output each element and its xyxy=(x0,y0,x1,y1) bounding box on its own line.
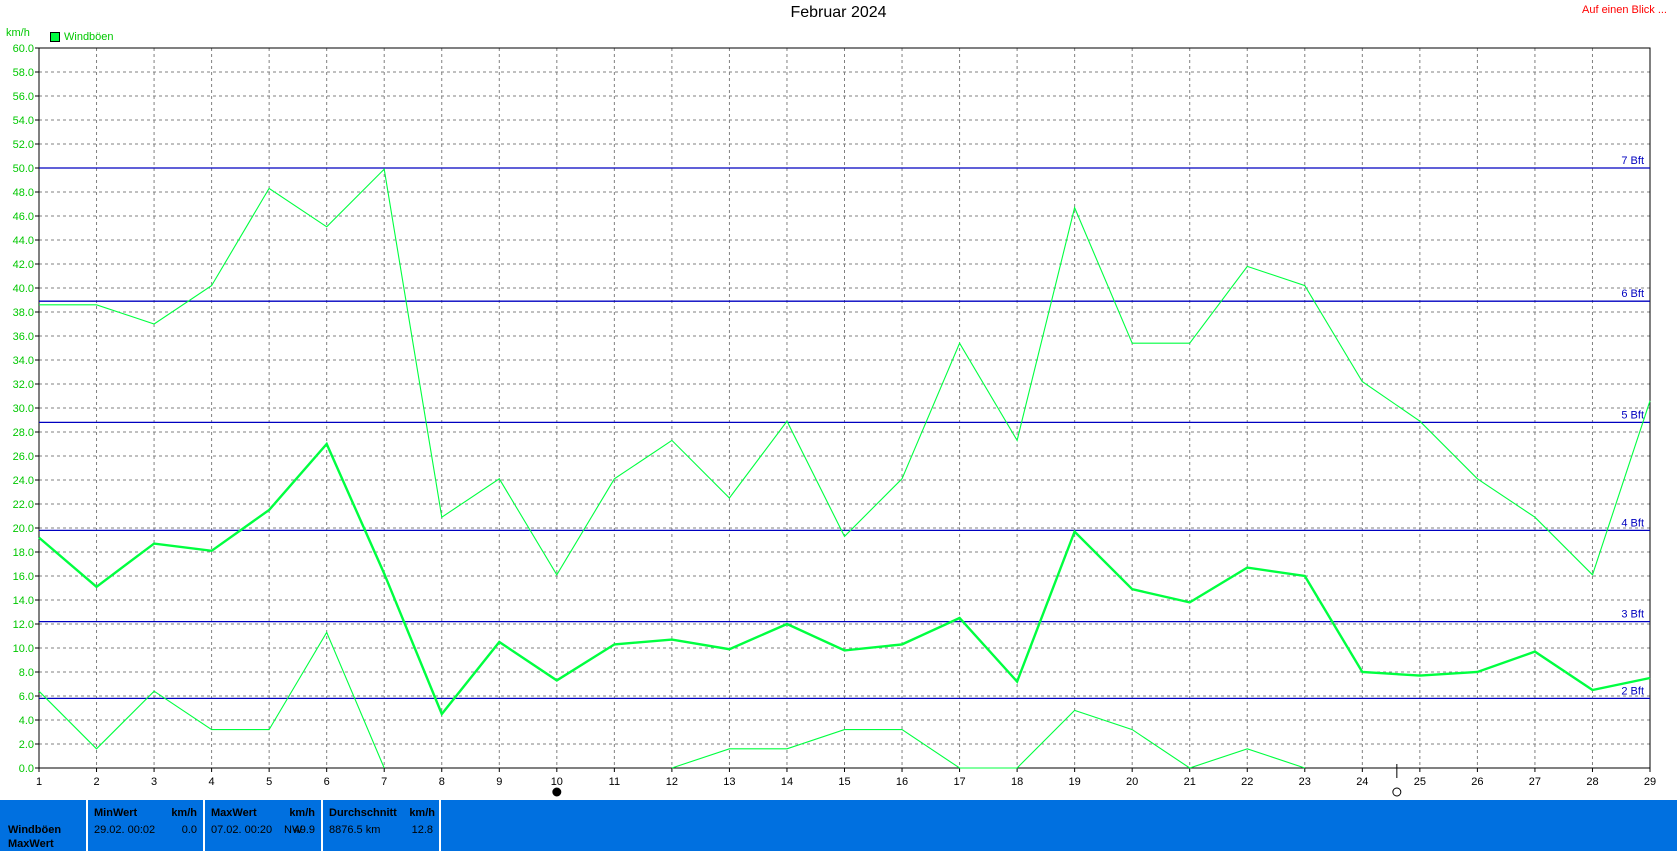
y-tick-label: 60.0 xyxy=(13,43,34,55)
x-tick-label: 29 xyxy=(1644,776,1656,788)
x-tick-label: 23 xyxy=(1299,776,1311,788)
y-tick-label: 24.0 xyxy=(13,475,34,487)
y-tick-label: 54.0 xyxy=(13,115,34,127)
y-tick-label: 6.0 xyxy=(19,691,34,703)
full-moon-icon xyxy=(552,787,562,797)
y-tick-label: 28.0 xyxy=(13,427,34,439)
stats-row-labels: Windböen MaxWert xyxy=(0,800,88,851)
y-tick-label: 4.0 xyxy=(19,715,34,727)
x-tick-label: 20 xyxy=(1126,776,1138,788)
stats-avg-unit: km/h xyxy=(409,807,435,819)
stats-min-header: MinWert xyxy=(94,807,138,819)
x-tick-label: 7 xyxy=(381,776,387,788)
stats-avg-header: Durchschnitt xyxy=(329,807,397,819)
y-tick-label: 48.0 xyxy=(13,187,34,199)
y-tick-label: 22.0 xyxy=(13,499,34,511)
y-tick-label: 10.0 xyxy=(13,643,34,655)
stats-min-time: 29.02. 00:02 xyxy=(94,824,156,836)
y-tick-label: 26.0 xyxy=(13,451,34,463)
x-tick-label: 24 xyxy=(1356,776,1368,788)
y-tick-label: 16.0 xyxy=(13,571,34,583)
beaufort-label: 6 Bft xyxy=(1621,288,1644,300)
y-tick-label: 46.0 xyxy=(13,211,34,223)
y-tick-label: 50.0 xyxy=(13,163,34,175)
x-tick-label: 12 xyxy=(666,776,678,788)
stats-row-label-2: MaxWert xyxy=(8,838,54,850)
x-tick-label: 14 xyxy=(781,776,793,788)
x-tick-label: 25 xyxy=(1414,776,1426,788)
y-tick-label: 14.0 xyxy=(13,595,34,607)
x-tick-label: 22 xyxy=(1241,776,1253,788)
stats-panel: Windböen MaxWert MinWert km/h 29.02. 00:… xyxy=(0,800,1677,851)
stats-max-unit: km/h xyxy=(289,807,315,819)
x-tick-label: 2 xyxy=(93,776,99,788)
chart-svg: 0.0 2.0 4.0 6.0 8.0 10.0 12.0 14.0 16.0 18.0 20.0 2… xyxy=(13,43,1656,797)
stats-max-column: MaxWert km/h 07.02. 00:20 NW 49.9 xyxy=(205,800,323,851)
x-tick-label: 5 xyxy=(266,776,272,788)
y-tick-label: 38.0 xyxy=(13,307,34,319)
y-tick-label: 30.0 xyxy=(13,403,34,415)
stats-row-label-1: Windböen xyxy=(8,824,62,836)
x-tick-label: 19 xyxy=(1069,776,1081,788)
y-tick-label: 2.0 xyxy=(19,739,34,751)
y-tick-label: 42.0 xyxy=(13,259,34,271)
stats-avg-value: 12.8 xyxy=(411,824,433,836)
y-tick-label: 18.0 xyxy=(13,547,34,559)
x-tick-label: 21 xyxy=(1184,776,1196,788)
y-tick-label: 20.0 xyxy=(13,523,34,535)
stats-max-value: 49.9 xyxy=(293,824,315,836)
y-tick-label: 56.0 xyxy=(13,91,34,103)
x-tick-label: 15 xyxy=(838,776,850,788)
y-tick-label: 52.0 xyxy=(13,139,34,151)
beaufort-label: 7 Bft xyxy=(1621,155,1644,167)
stats-min-unit: km/h xyxy=(171,807,197,819)
y-tick-label: 34.0 xyxy=(13,355,34,367)
y-tick-label: 36.0 xyxy=(13,331,34,343)
stats-avg-distance: 8876.5 km xyxy=(329,824,381,836)
y-tick-label: 8.0 xyxy=(19,667,34,679)
y-tick-label: 0.0 xyxy=(19,763,34,775)
x-tick-label: 1 xyxy=(36,776,42,788)
x-tick-label: 13 xyxy=(723,776,735,788)
stats-min-column: MinWert km/h 29.02. 00:02 0.0 xyxy=(88,800,205,851)
stats-min-value: 0.0 xyxy=(181,824,197,836)
y-tick-label: 12.0 xyxy=(13,619,34,631)
x-tick-label: 16 xyxy=(896,776,908,788)
beaufort-label: 3 Bft xyxy=(1621,609,1644,621)
x-tick-label: 4 xyxy=(209,776,215,788)
x-tick-label: 3 xyxy=(151,776,157,788)
y-tick-label: 58.0 xyxy=(13,67,34,79)
y-tick-label: 40.0 xyxy=(13,283,34,295)
x-tick-label: 6 xyxy=(324,776,330,788)
beaufort-label: 2 Bft xyxy=(1621,685,1644,697)
x-tick-label: 26 xyxy=(1471,776,1483,788)
x-tick-label: 11 xyxy=(609,776,620,788)
x-tick-label: 10 xyxy=(551,776,563,788)
y-tick-label: 32.0 xyxy=(13,379,34,391)
x-tick-label: 17 xyxy=(953,776,965,788)
x-tick-label: 27 xyxy=(1529,776,1541,788)
stats-max-time: 07.02. 00:20 xyxy=(211,824,273,836)
y-tick-label: 44.0 xyxy=(13,235,34,247)
beaufort-label: 5 Bft xyxy=(1621,409,1644,421)
stats-max-header: MaxWert xyxy=(211,807,257,819)
x-tick-label: 28 xyxy=(1586,776,1598,788)
new-moon-icon xyxy=(1392,787,1402,797)
x-tick-label: 18 xyxy=(1011,776,1023,788)
stats-avg-column: Durchschnitt km/h 8876.5 km 12.8 xyxy=(323,800,441,851)
beaufort-label: 4 Bft xyxy=(1621,517,1644,529)
x-tick-label: 8 xyxy=(439,776,445,788)
x-tick-label: 9 xyxy=(496,776,502,788)
